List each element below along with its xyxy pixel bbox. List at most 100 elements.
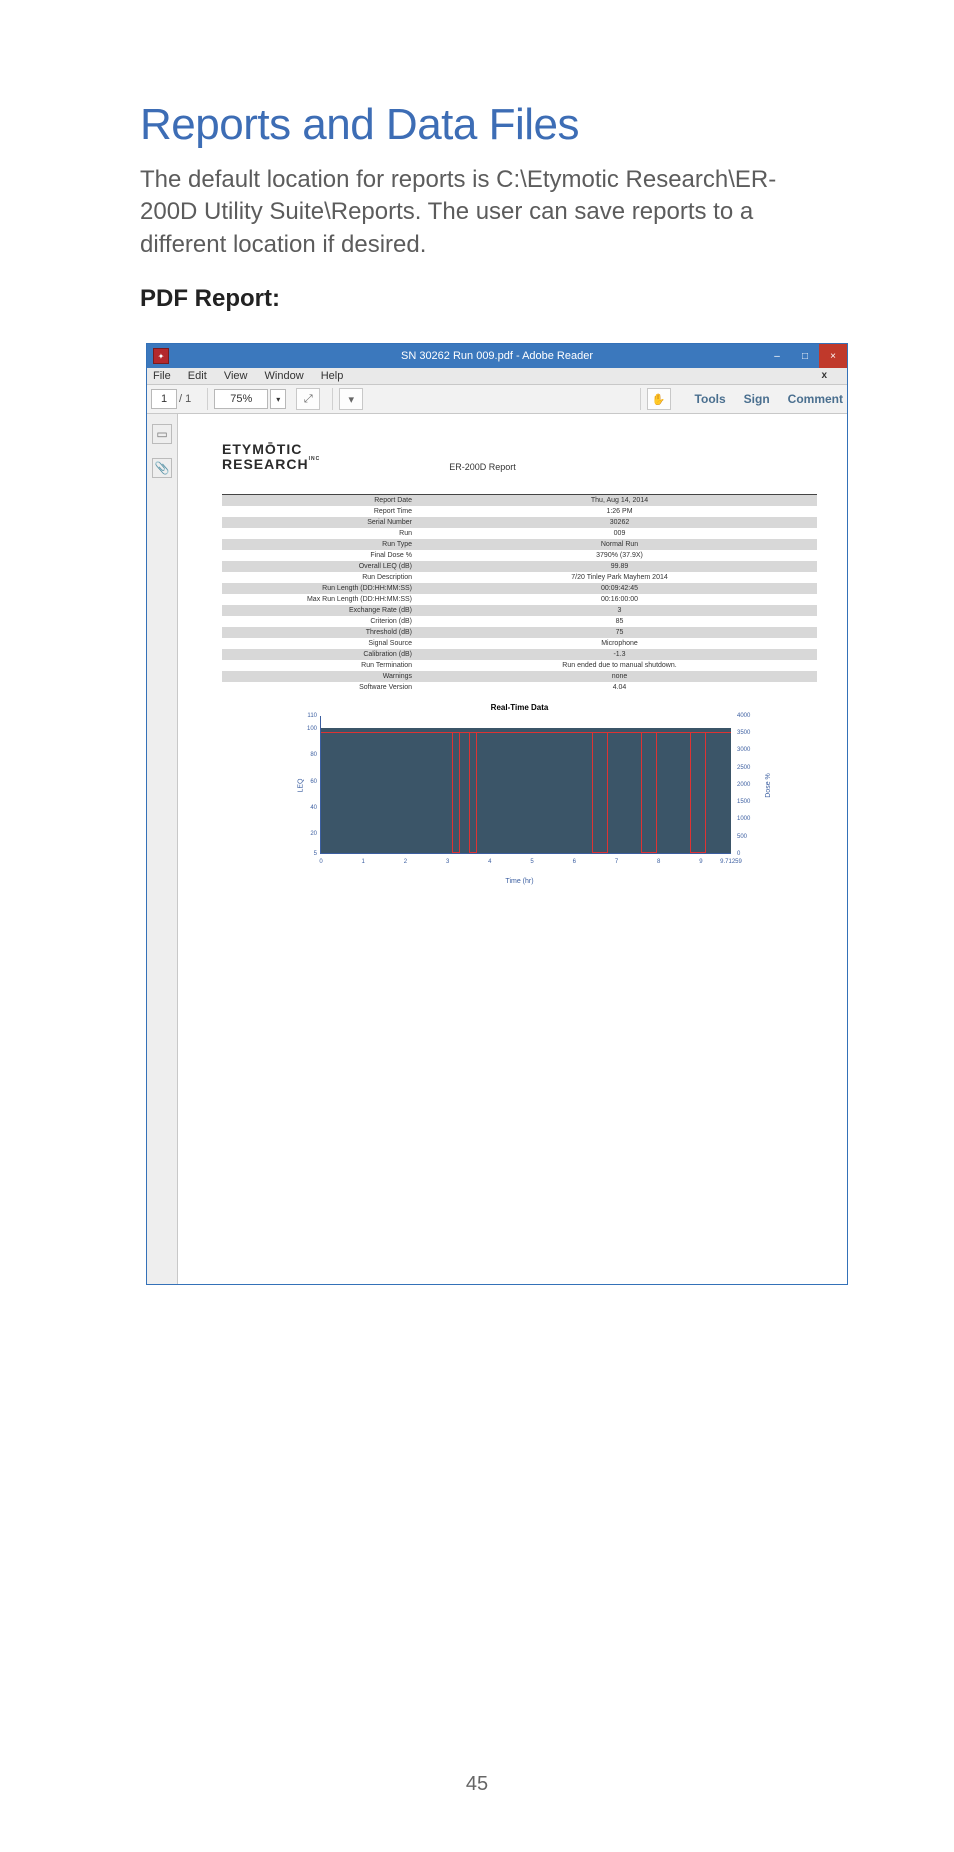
menu-view[interactable]: View (224, 370, 248, 382)
adobe-reader-window: ✦ SN 30262 Run 009.pdf - Adobe Reader – … (146, 343, 848, 1285)
x-axis-tick: 7 (615, 859, 618, 865)
meta-value: none (422, 673, 817, 680)
right-axis-tick: 0 (737, 851, 740, 857)
left-axis-tick: 20 (310, 831, 317, 837)
right-axis-tick: 1000 (737, 816, 750, 822)
right-axis-tick: 3000 (737, 747, 750, 753)
zoom-dropdown[interactable]: ▾ (270, 389, 286, 409)
meta-label: Max Run Length (DD:HH:MM:SS) (222, 596, 422, 603)
menu-edit[interactable]: Edit (188, 370, 207, 382)
sign-panel-button[interactable]: Sign (744, 392, 770, 406)
meta-value: Microphone (422, 640, 817, 647)
menu-window[interactable]: Window (265, 370, 304, 382)
left-axis-tick: 100 (307, 726, 317, 732)
meta-row: Run009 (222, 528, 817, 539)
right-axis-tick: 2500 (737, 765, 750, 771)
minimize-button[interactable]: – (763, 344, 791, 368)
meta-label: Criterion (dB) (222, 618, 422, 625)
comment-panel-button[interactable]: Comment (788, 392, 843, 406)
meta-label: Report Date (222, 497, 422, 504)
document-area[interactable]: ETYMŌTIC RESEARCHINC ER-200D Report Repo… (178, 414, 847, 1284)
x-axis-label: Time (hr) (222, 878, 817, 885)
thumbnails-icon[interactable]: ▭ (152, 424, 172, 444)
meta-row: Run Length (DD:HH:MM:SS)00:09:42:45 (222, 583, 817, 594)
tools-panel-button[interactable]: Tools (695, 392, 726, 406)
x-axis-tick: 8 (657, 859, 660, 865)
leq-dip (452, 732, 460, 853)
meta-value: -1.3 (422, 651, 817, 658)
leq-dip (690, 732, 706, 853)
separator (640, 388, 641, 410)
meta-row: Overall LEQ (dB)99.89 (222, 561, 817, 572)
window-title: SN 30262 Run 009.pdf - Adobe Reader (147, 350, 847, 362)
meta-value: 1:26 PM (422, 508, 817, 515)
meta-value: 3790% (37.9X) (422, 552, 817, 559)
page-number-input[interactable]: 1 (151, 389, 177, 409)
leq-dip (469, 732, 477, 853)
zoom-input[interactable]: 75% (214, 389, 268, 409)
meta-label: Warnings (222, 673, 422, 680)
x-axis-tick: 9.71259 (720, 859, 742, 865)
meta-label: Run Description (222, 574, 422, 581)
leq-dip (641, 732, 657, 853)
meta-label: Threshold (dB) (222, 629, 422, 636)
left-axis-tick: 5 (314, 851, 317, 857)
subheading: PDF Report: (140, 285, 824, 313)
close-button[interactable]: × (819, 344, 847, 368)
leq-dip (592, 732, 608, 853)
meta-value: 009 (422, 530, 817, 537)
meta-label: Final Dose % (222, 552, 422, 559)
meta-row: Final Dose %3790% (37.9X) (222, 550, 817, 561)
dose-area-fill (321, 728, 731, 853)
navigation-rail: ▭ 📎 (147, 414, 178, 1284)
left-axis-tick: 40 (310, 805, 317, 811)
hide-menubar-button[interactable]: x (821, 370, 827, 381)
right-axis-tick: 4000 (737, 713, 750, 719)
adobe-pdf-icon: ✦ (153, 348, 169, 364)
meta-label: Signal Source (222, 640, 422, 647)
maximize-button[interactable]: □ (791, 344, 819, 368)
right-axis-label: Dose % (765, 773, 772, 798)
separator (207, 388, 208, 410)
left-axis-label: LEQ (298, 778, 305, 792)
meta-value: 30262 (422, 519, 817, 526)
menubar: File Edit View Window Help x (147, 368, 847, 385)
meta-value: 4.04 (422, 684, 817, 691)
meta-row: Serial Number30262 (222, 517, 817, 528)
window-titlebar[interactable]: ✦ SN 30262 Run 009.pdf - Adobe Reader – … (147, 344, 847, 368)
menu-file[interactable]: File (153, 370, 171, 382)
meta-row: Criterion (dB)85 (222, 616, 817, 627)
meta-value: Normal Run (422, 541, 817, 548)
meta-row: Report DateThu, Aug 14, 2014 (222, 495, 817, 506)
meta-label: Software Version (222, 684, 422, 691)
meta-label: Report Time (222, 508, 422, 515)
hand-tool-icon[interactable]: ✋ (647, 388, 671, 410)
attachments-icon[interactable]: 📎 (152, 458, 172, 478)
section-body: The default location for reports is C:\E… (140, 164, 824, 261)
right-axis-tick: 500 (737, 834, 747, 840)
section-heading: Reports and Data Files (140, 100, 824, 150)
meta-label: Run Length (DD:HH:MM:SS) (222, 585, 422, 592)
toolbar: 1 / 1 75% ▾ ⤢ ▾ ✋ Tools Sign Comment (147, 385, 847, 414)
menu-help[interactable]: Help (321, 370, 344, 382)
left-axis-tick: 110 (307, 713, 317, 719)
x-axis-tick: 5 (530, 859, 533, 865)
document-page: ETYMŌTIC RESEARCHINC ER-200D Report Repo… (178, 414, 847, 1284)
x-axis-tick: 4 (488, 859, 491, 865)
meta-label: Run (222, 530, 422, 537)
meta-value: 3 (422, 607, 817, 614)
meta-row: Exchange Rate (dB)3 (222, 605, 817, 616)
meta-value: Run ended due to manual shutdown. (422, 662, 817, 669)
meta-row: Signal SourceMicrophone (222, 638, 817, 649)
meta-label: Run Type (222, 541, 422, 548)
meta-value: 85 (422, 618, 817, 625)
read-mode-icon[interactable]: ⤢ (296, 388, 320, 410)
meta-row: Threshold (dB)75 (222, 627, 817, 638)
meta-value: 7/20 Tinley Park Mayhem 2014 (422, 574, 817, 581)
meta-row: Report Time1:26 PM (222, 506, 817, 517)
right-axis-tick: 2000 (737, 782, 750, 788)
more-tools-dropdown[interactable]: ▾ (339, 388, 363, 410)
separator (332, 388, 333, 410)
x-axis-tick: 2 (404, 859, 407, 865)
chart-title: Real-Time Data (222, 703, 817, 712)
